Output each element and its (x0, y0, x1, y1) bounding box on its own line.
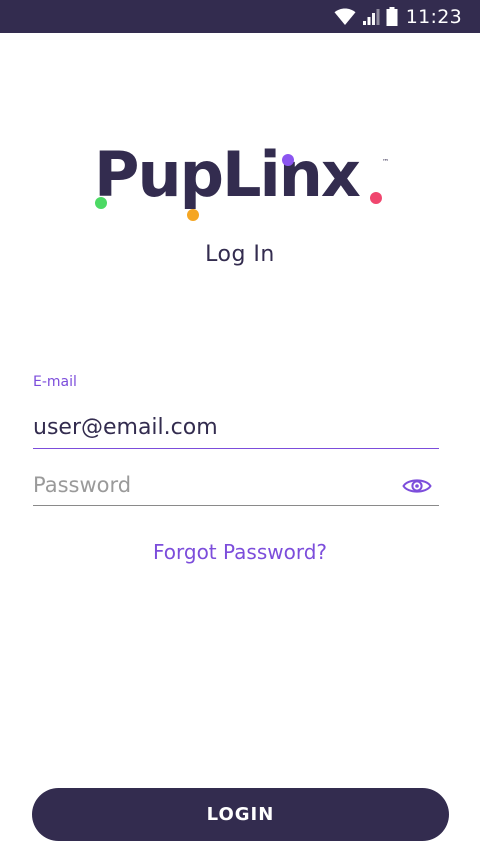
page-title: Log In (205, 242, 275, 267)
logo-dot-purple (282, 154, 294, 166)
login-button[interactable]: LOGIN (32, 788, 449, 841)
logo-dot-pink (370, 192, 382, 204)
logo-dot-orange (187, 209, 199, 221)
password-field[interactable] (33, 465, 439, 506)
trademark-symbol: ™ (382, 158, 389, 166)
logo-wordmark: PupLinx (94, 138, 361, 211)
logo-dot-green (95, 197, 107, 209)
signal-icon (362, 8, 380, 26)
eye-icon[interactable] (401, 474, 433, 498)
email-label: E-mail (33, 374, 77, 390)
puplinx-logo: PupLinx ™ (94, 140, 394, 224)
battery-icon (386, 7, 398, 26)
status-bar: 11:23 (0, 0, 480, 33)
email-field[interactable] (33, 407, 439, 449)
status-time: 11:23 (405, 5, 462, 28)
wifi-icon (334, 7, 356, 26)
forgot-password-link[interactable]: Forgot Password? (0, 540, 480, 564)
